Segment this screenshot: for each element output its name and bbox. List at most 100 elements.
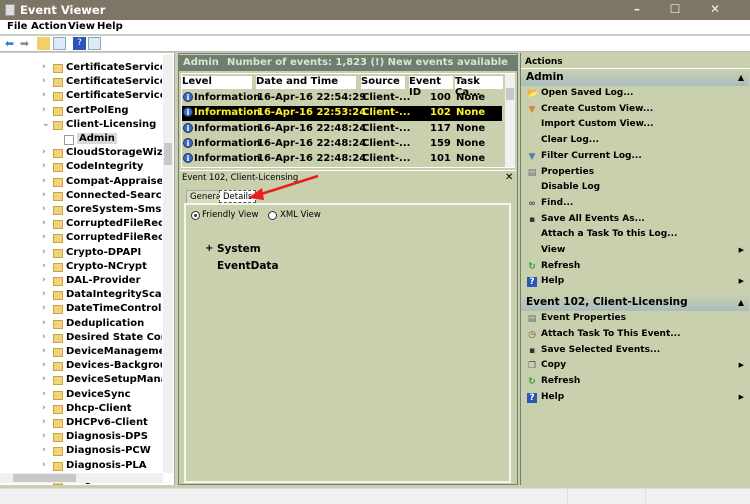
- chevron-right-icon[interactable]: ›: [42, 318, 46, 328]
- show-hide-tree-icon[interactable]: [53, 37, 66, 50]
- chevron-right-icon[interactable]: ›: [42, 176, 46, 186]
- action-item[interactable]: ▤ Event Properties: [521, 312, 749, 327]
- action-item[interactable]: ↻ Refresh: [521, 260, 749, 275]
- system-node[interactable]: System: [217, 243, 261, 255]
- tree-item[interactable]: › Compat-Appraiser: [0, 176, 162, 190]
- xml-view-label[interactable]: XML View: [280, 210, 321, 220]
- detail-close-button[interactable]: ✕: [505, 172, 513, 183]
- chevron-right-icon[interactable]: ›: [42, 403, 46, 413]
- action-item[interactable]: Disable Log: [521, 181, 749, 196]
- tree-item[interactable]: › Diagnosis-PLA: [0, 460, 162, 474]
- tree-item[interactable]: › Desired State Configu: [0, 332, 162, 346]
- action-item[interactable]: ◷ Attach Task To This Event...: [521, 328, 749, 343]
- tree-item[interactable]: ⌄ Client-Licensing: [0, 119, 162, 133]
- chevron-right-icon[interactable]: ›: [42, 105, 46, 115]
- action-item[interactable]: Attach a Task To this Log...: [521, 228, 749, 243]
- tree-item[interactable]: › CertificateServicesClie: [0, 62, 162, 76]
- table-scroll-thumb[interactable]: [506, 88, 514, 100]
- action-item[interactable]: Clear Log...: [521, 134, 749, 149]
- friendly-view-label[interactable]: Friendly View: [202, 210, 258, 220]
- actions-section-header[interactable]: Admin ▲: [521, 70, 749, 86]
- chevron-right-icon[interactable]: ›: [42, 232, 46, 242]
- tree-item[interactable]: › Deduplication: [0, 318, 162, 332]
- minimize-button[interactable]: –: [622, 2, 652, 16]
- up-folder-icon[interactable]: [37, 37, 50, 50]
- chevron-right-icon[interactable]: ›: [42, 275, 46, 285]
- back-icon[interactable]: ⬅: [3, 37, 16, 50]
- tree-item[interactable]: › Connected-Search: [0, 190, 162, 204]
- chevron-down-icon[interactable]: ⌄: [42, 119, 50, 129]
- tree-item[interactable]: › DeviceSetupManager: [0, 374, 162, 388]
- menu-view[interactable]: View: [68, 21, 95, 32]
- tree-item[interactable]: Admin: [0, 133, 162, 147]
- chevron-right-icon[interactable]: ›: [42, 261, 46, 271]
- chevron-right-icon[interactable]: ›: [42, 346, 46, 356]
- forward-icon[interactable]: ➡: [18, 37, 31, 50]
- chevron-right-icon[interactable]: ›: [42, 417, 46, 427]
- action-item[interactable]: Import Custom View...: [521, 118, 749, 133]
- chevron-right-icon[interactable]: ›: [42, 190, 46, 200]
- chevron-right-icon[interactable]: ›: [42, 289, 46, 299]
- tree-item[interactable]: › CloudStorageWizard: [0, 147, 162, 161]
- tree-item[interactable]: › Dhcp-Client: [0, 403, 162, 417]
- chevron-right-icon[interactable]: ›: [42, 445, 46, 455]
- column-source[interactable]: Source: [361, 76, 405, 89]
- system-expander[interactable]: +: [205, 243, 213, 254]
- chevron-right-icon[interactable]: ›: [42, 204, 46, 214]
- tree-item[interactable]: › CodeIntegrity: [0, 161, 162, 175]
- action-item[interactable]: ▼ Create Custom View...: [521, 103, 749, 118]
- tree-item[interactable]: › Crypto-DPAPI: [0, 247, 162, 261]
- chevron-right-icon[interactable]: ›: [42, 374, 46, 384]
- action-item[interactable]: ▼ Filter Current Log...: [521, 150, 749, 165]
- xml-view-radio[interactable]: [268, 211, 277, 220]
- chevron-right-icon[interactable]: ›: [42, 360, 46, 370]
- help-icon[interactable]: ?: [73, 37, 86, 50]
- action-item[interactable]: 📂 Open Saved Log...: [521, 87, 749, 102]
- tree-scroll-thumb[interactable]: [164, 143, 172, 165]
- column-task-category[interactable]: Task Ca...: [455, 76, 503, 98]
- collapse-icon[interactable]: ▲: [738, 73, 744, 82]
- table-row[interactable]: i Information 16-Apr-16 22:48:24 Client-…: [182, 152, 502, 167]
- tree-item[interactable]: › CertPolEng: [0, 105, 162, 119]
- tree-item[interactable]: › Devices-Background: [0, 360, 162, 374]
- table-row[interactable]: i Information 16-Apr-16 22:53:24 Client-…: [182, 106, 502, 122]
- tree-item[interactable]: › DeviceSync: [0, 389, 162, 403]
- tree-item[interactable]: › DAL-Provider: [0, 275, 162, 289]
- column-event-id[interactable]: Event ID: [409, 76, 453, 98]
- close-button[interactable]: ✕: [700, 2, 730, 16]
- menu-help[interactable]: Help: [97, 21, 123, 32]
- tree-item[interactable]: › DeviceManagement-E: [0, 346, 162, 360]
- chevron-right-icon[interactable]: ›: [42, 431, 46, 441]
- action-item[interactable]: ? Help ▶: [521, 391, 749, 406]
- tree-vertical-scrollbar[interactable]: [163, 55, 173, 473]
- friendly-view-radio[interactable]: [191, 211, 200, 220]
- table-row[interactable]: i Information 16-Apr-16 22:48:24 Client-…: [182, 137, 502, 152]
- tree-hscroll-thumb[interactable]: [13, 474, 76, 482]
- action-item[interactable]: ▤ Properties: [521, 166, 749, 181]
- menu-file[interactable]: File: [7, 21, 27, 32]
- tree-item[interactable]: › DHCPv6-Client: [0, 417, 162, 431]
- tree-item[interactable]: › CertificateServicesClie: [0, 90, 162, 104]
- chevron-right-icon[interactable]: ›: [42, 76, 46, 86]
- action-item[interactable]: View ▶: [521, 244, 749, 259]
- tree-item[interactable]: › CorruptedFileRecover: [0, 218, 162, 232]
- chevron-right-icon[interactable]: ›: [42, 218, 46, 228]
- tree-item[interactable]: › CertificateServicesClie: [0, 76, 162, 90]
- tree-item[interactable]: › DataIntegrityScan: [0, 289, 162, 303]
- actions-section-header[interactable]: Event 102, Client-Licensing ▲: [521, 295, 749, 312]
- action-item[interactable]: ∞ Find...: [521, 197, 749, 212]
- chevron-right-icon[interactable]: ›: [42, 303, 46, 313]
- chevron-right-icon[interactable]: ›: [42, 247, 46, 257]
- tree-item[interactable]: › CorruptedFileRecover: [0, 232, 162, 246]
- action-item[interactable]: ▪ Save All Events As...: [521, 213, 749, 228]
- column-date-time[interactable]: Date and Time: [256, 76, 356, 89]
- tree-item[interactable]: › Diagnosis-DPS: [0, 431, 162, 445]
- chevron-right-icon[interactable]: ›: [42, 332, 46, 342]
- collapse-icon[interactable]: ▲: [738, 298, 744, 307]
- table-row[interactable]: i Information 16-Apr-16 22:54:29 Client-…: [182, 91, 502, 106]
- chevron-right-icon[interactable]: ›: [42, 389, 46, 399]
- table-row[interactable]: i Information 16-Apr-16 22:48:24 Client-…: [182, 122, 502, 137]
- chevron-right-icon[interactable]: ›: [42, 161, 46, 171]
- chevron-right-icon[interactable]: ›: [42, 90, 46, 100]
- action-item[interactable]: ❐ Copy ▶: [521, 359, 749, 374]
